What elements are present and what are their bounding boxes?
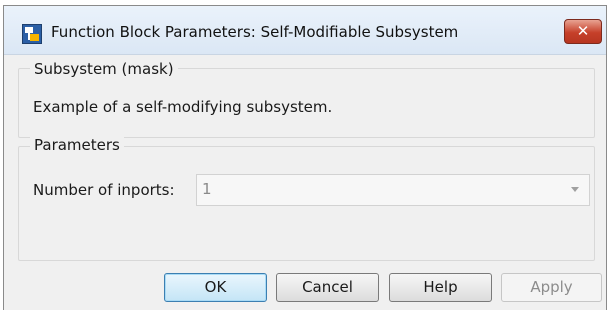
window-title: Function Block Parameters: Self-Modifiab… bbox=[51, 23, 459, 41]
dialog-window: Function Block Parameters: Self-Modifiab… bbox=[3, 5, 607, 310]
close-button[interactable]: ✕ bbox=[564, 19, 602, 44]
mask-description: Example of a self-modifying subsystem. bbox=[33, 98, 333, 116]
apply-button: Apply bbox=[501, 273, 602, 302]
mask-group-label: Subsystem (mask) bbox=[30, 60, 178, 78]
inports-value: 1 bbox=[202, 180, 212, 198]
help-button[interactable]: Help bbox=[389, 273, 492, 302]
title-bar[interactable]: Function Block Parameters: Self-Modifiab… bbox=[4, 6, 606, 55]
chevron-down-icon bbox=[571, 187, 579, 192]
parameters-group-label: Parameters bbox=[30, 136, 124, 154]
simulink-block-icon bbox=[22, 24, 42, 44]
inports-dropdown[interactable]: 1 bbox=[196, 174, 590, 206]
inports-label: Number of inports: bbox=[33, 181, 175, 199]
close-icon: ✕ bbox=[576, 22, 590, 40]
ok-button[interactable]: OK bbox=[164, 273, 267, 302]
cancel-button[interactable]: Cancel bbox=[276, 273, 379, 302]
